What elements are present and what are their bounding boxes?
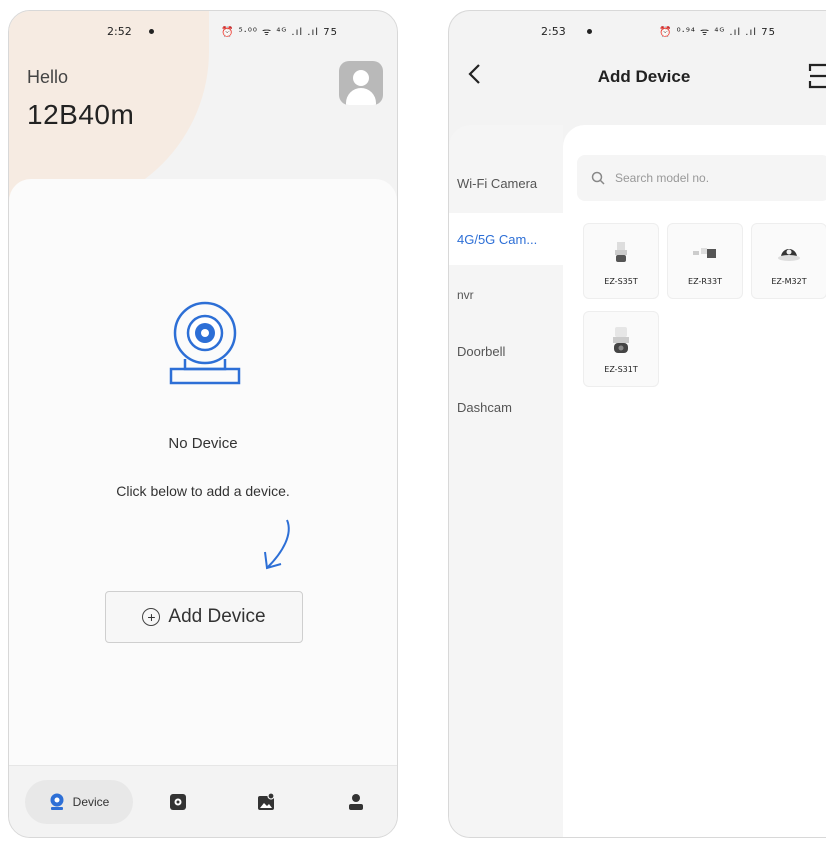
notification-dot-icon	[587, 29, 592, 34]
tab-device-label: Device	[72, 795, 110, 809]
status-time: 2:52	[107, 25, 132, 38]
search-input[interactable]	[615, 171, 795, 185]
status-icons: ⏰ ⁰·⁹⁴ ᯤ ⁴ᴳ .ıl .ıl 75	[659, 27, 776, 38]
add-device-button[interactable]: + Add Device	[105, 591, 303, 643]
category-4g-5g-camera[interactable]: 4G/5G Cam...	[449, 213, 563, 265]
username: 12B40m	[27, 99, 135, 130]
bottom-tab-bar: Device	[9, 765, 397, 837]
greeting: Hello	[27, 67, 69, 87]
scan-qr-icon	[808, 63, 826, 89]
avatar[interactable]	[339, 61, 383, 105]
status-time: 2:53	[541, 25, 566, 38]
model-name: EZ-S35T	[604, 277, 638, 286]
tab-gallery[interactable]	[243, 780, 289, 824]
model-tile-ez-r33t[interactable]: EZ-R33T	[667, 223, 743, 299]
add-device-screen: 2:53 ⏰ ⁰·⁹⁴ ᯤ ⁴ᴳ .ıl .ıl 75 Add Device W…	[448, 10, 826, 838]
home-screen: 2:52 ⏰ ⁵·⁰⁰ ᯤ ⁴ᴳ .ıl .ıl 75 Hello 12B40m…	[8, 10, 398, 838]
tab-playback[interactable]	[155, 780, 201, 824]
tab-device[interactable]: Device	[25, 780, 133, 824]
category-nvr[interactable]: nvr	[449, 269, 563, 321]
bullet-camera-icon	[615, 242, 627, 262]
category-sidebar: Wi-Fi Camera 4G/5G Cam... nvr Doorbell D…	[449, 125, 563, 837]
dome-camera-icon	[778, 249, 800, 261]
notification-dot-icon	[149, 29, 154, 34]
empty-state-hint: Click below to add a device.	[116, 483, 290, 499]
model-name: EZ-M32T	[771, 277, 807, 286]
model-tile-ez-m32t[interactable]: EZ-M32T	[751, 223, 826, 299]
status-icons: ⏰ ⁵·⁰⁰ ᯤ ⁴ᴳ .ıl .ıl 75	[221, 27, 338, 38]
search-icon	[591, 171, 605, 185]
add-device-label: Add Device	[168, 606, 266, 627]
model-name: EZ-S31T	[604, 365, 638, 374]
model-tile-ez-s35t[interactable]: EZ-S35T	[583, 223, 659, 299]
model-name: EZ-R33T	[688, 277, 722, 286]
category-wifi-camera[interactable]: Wi-Fi Camera	[449, 157, 563, 209]
arrow-down-icon	[264, 519, 290, 570]
status-bar: 2:53 ⏰ ⁰·⁹⁴ ᯤ ⁴ᴳ .ıl .ıl 75	[449, 11, 826, 51]
category-doorbell[interactable]: Doorbell	[449, 325, 563, 377]
page-title: Add Device	[597, 67, 691, 86]
profile-tab-icon	[349, 794, 363, 810]
camera-illustration-icon	[169, 301, 241, 385]
scan-button[interactable]	[808, 63, 826, 94]
gallery-tab-icon	[258, 793, 275, 810]
model-tile-ez-s31t[interactable]: EZ-S31T	[583, 311, 659, 387]
playback-tab-icon	[170, 794, 186, 810]
status-bar: 2:52 ⏰ ⁵·⁰⁰ ᯤ ⁴ᴳ .ıl .ıl 75	[9, 11, 397, 51]
avatar-body-icon	[346, 88, 376, 105]
avatar-head-icon	[353, 70, 369, 86]
tab-profile[interactable]	[333, 780, 379, 824]
ptz-camera-icon	[613, 327, 629, 353]
add-circle-icon: +	[142, 608, 161, 626]
device-card	[9, 179, 397, 779]
category-dashcam[interactable]: Dashcam	[449, 381, 563, 433]
device-tab-icon	[50, 793, 64, 810]
empty-state-title: No Device	[168, 435, 238, 452]
search-bar[interactable]	[577, 155, 826, 201]
model-list-panel: EZ-S35T EZ-R33T EZ-M32T	[563, 125, 826, 837]
box-camera-icon	[693, 248, 716, 258]
